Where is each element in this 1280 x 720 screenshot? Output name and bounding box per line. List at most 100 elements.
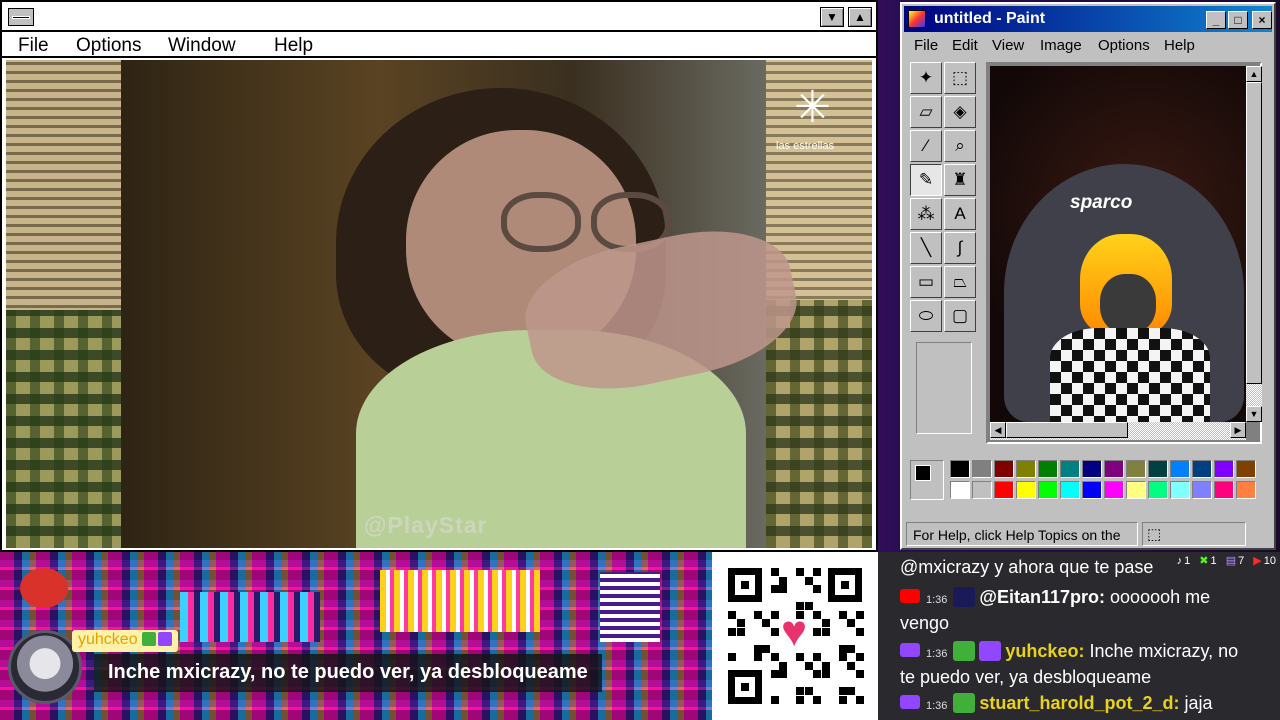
palette-swatch[interactable] xyxy=(1016,460,1036,478)
palette-swatch[interactable] xyxy=(1236,481,1256,499)
palette-swatch[interactable] xyxy=(1214,460,1234,478)
qr-module xyxy=(855,610,864,619)
palette-swatch[interactable] xyxy=(1192,481,1212,499)
palette-swatch[interactable] xyxy=(1170,481,1190,499)
palette-swatch[interactable] xyxy=(1170,460,1190,478)
palette-swatch[interactable] xyxy=(1148,460,1168,478)
scroll-up-icon[interactable]: ▲ xyxy=(1246,66,1262,82)
glasses-left xyxy=(501,192,581,252)
vertical-scrollbar[interactable]: ▲ ▼ xyxy=(1246,66,1262,422)
ellipse-icon[interactable]: ⬭ xyxy=(910,300,942,332)
status-coords-cell: ⬚ xyxy=(1142,522,1246,546)
palette-swatch[interactable] xyxy=(1104,460,1124,478)
paint-menu-view[interactable]: View xyxy=(992,37,1024,54)
horizontal-scrollbar[interactable]: ◀ ▶ xyxy=(990,422,1246,440)
status-bar: For Help, click Help Topics on the ⬚ xyxy=(906,522,1272,546)
paint-menu-file[interactable]: File xyxy=(914,37,938,54)
line-icon[interactable]: ╲ xyxy=(910,232,942,264)
qr-module xyxy=(762,619,770,627)
palette-swatch[interactable] xyxy=(1082,460,1102,478)
color-picker-icon[interactable]: ⁄ xyxy=(910,130,942,162)
text-icon[interactable]: A xyxy=(944,198,976,230)
eraser-icon[interactable]: ▱ xyxy=(910,96,942,128)
chat-line: 1:36 yuhckeo: Inche mxicrazy, no xyxy=(878,638,1280,667)
chat-user[interactable]: yuhckeo: xyxy=(1005,641,1084,661)
palette-swatch[interactable] xyxy=(1038,460,1058,478)
palette-swatch[interactable] xyxy=(1060,481,1080,499)
menu-options[interactable]: Options xyxy=(76,35,141,57)
airbrush-icon[interactable]: ⁂ xyxy=(910,198,942,230)
minimize-button[interactable]: ▼ xyxy=(820,7,844,27)
palette-swatch[interactable] xyxy=(1148,481,1168,499)
palette-swatch[interactable] xyxy=(1060,460,1080,478)
qr-module xyxy=(770,610,779,619)
qr-module xyxy=(813,695,821,704)
pencil-icon[interactable]: ✎ xyxy=(910,164,942,196)
paint-close-button[interactable]: × xyxy=(1252,11,1272,29)
maximize-button[interactable]: ▲ xyxy=(848,7,872,27)
palette-swatch[interactable] xyxy=(972,460,992,478)
video-curtain-right xyxy=(766,300,872,548)
palette-swatch[interactable] xyxy=(1236,460,1256,478)
palette-swatch[interactable] xyxy=(994,481,1014,499)
chat-line: vengo xyxy=(878,610,1280,636)
drawing-canvas[interactable]: sparco xyxy=(990,66,1246,422)
palette-swatch[interactable] xyxy=(1214,481,1234,499)
qr-module xyxy=(847,619,855,627)
qr-module xyxy=(753,610,762,619)
fill-bucket-icon[interactable]: ◈ xyxy=(944,96,976,128)
moderator-badge-icon xyxy=(953,641,976,661)
palette-swatch[interactable] xyxy=(1192,460,1212,478)
tool-options-box[interactable] xyxy=(916,342,972,434)
paint-menu-edit[interactable]: Edit xyxy=(952,37,978,54)
scroll-down-icon[interactable]: ▼ xyxy=(1246,406,1262,422)
paint-menu-image[interactable]: Image xyxy=(1040,37,1082,54)
qr-module xyxy=(855,670,864,678)
scroll-right-icon[interactable]: ▶ xyxy=(1230,422,1246,438)
twitch-icon xyxy=(900,643,920,657)
palette-swatch[interactable] xyxy=(1126,481,1146,499)
horizontal-scroll-thumb[interactable] xyxy=(1006,422,1128,438)
palette-swatch[interactable] xyxy=(994,460,1014,478)
paint-minimize-button[interactable]: _ xyxy=(1206,11,1226,29)
qr-code[interactable]: ♥ xyxy=(712,552,878,720)
vtuber-face xyxy=(1100,274,1156,334)
polygon-icon[interactable]: ⏢ xyxy=(944,266,976,298)
palette-swatch[interactable] xyxy=(1104,481,1124,499)
vertical-scroll-thumb[interactable] xyxy=(1246,82,1262,384)
qr-module xyxy=(796,687,804,695)
qr-module xyxy=(813,653,821,661)
paint-app-icon xyxy=(908,10,926,28)
palette-swatch[interactable] xyxy=(950,460,970,478)
palette-swatch[interactable] xyxy=(972,481,992,499)
chat-user[interactable]: stuart_harold_pot_2_d: xyxy=(979,693,1179,713)
palette-swatch[interactable] xyxy=(1126,460,1146,478)
menu-help[interactable]: Help xyxy=(274,35,313,57)
paint-maximize-button[interactable]: □ xyxy=(1228,11,1248,29)
chat-user[interactable]: @Eitan117pro: xyxy=(979,587,1105,607)
magnifier-icon[interactable]: ⌕ xyxy=(944,130,976,162)
qr-module xyxy=(770,627,779,636)
video-curtain-left xyxy=(6,310,121,548)
menu-window[interactable]: Window xyxy=(168,35,236,57)
qr-module xyxy=(770,695,779,704)
chat-time: 1:36 xyxy=(926,700,948,712)
overlay-avatar xyxy=(8,630,82,704)
paint-menu-help[interactable]: Help xyxy=(1164,37,1195,54)
palette-swatch[interactable] xyxy=(1038,481,1058,499)
menu-file[interactable]: File xyxy=(18,35,49,57)
palette-swatch[interactable] xyxy=(1016,481,1036,499)
chat-text: te puedo ver, ya desbloqueame xyxy=(900,667,1152,687)
rect-select-icon[interactable]: ⬚ xyxy=(944,62,976,94)
system-menu-button[interactable] xyxy=(8,8,34,26)
curve-icon[interactable]: ∫ xyxy=(944,232,976,264)
rectangle-icon[interactable]: ▭ xyxy=(910,266,942,298)
rounded-rect-icon[interactable]: ▢ xyxy=(944,300,976,332)
free-select-icon[interactable]: ✦ xyxy=(910,62,942,94)
brush-icon[interactable]: ♜ xyxy=(944,164,976,196)
palette-swatch[interactable] xyxy=(1082,481,1102,499)
paint-menu-options[interactable]: Options xyxy=(1098,37,1150,54)
scroll-left-icon[interactable]: ◀ xyxy=(990,422,1006,438)
member-crown-icon xyxy=(953,587,976,607)
palette-swatch[interactable] xyxy=(950,481,970,499)
